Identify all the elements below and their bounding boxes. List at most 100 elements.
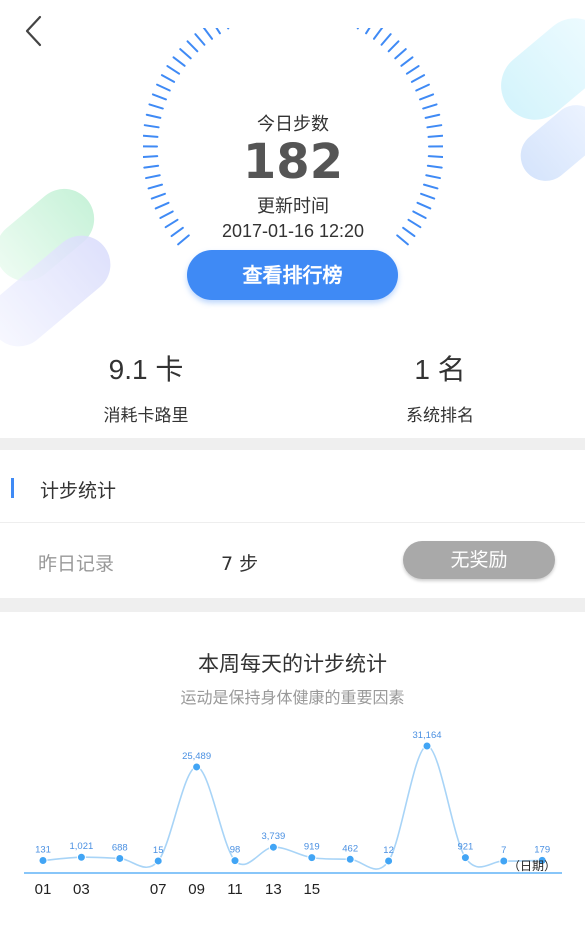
- dial-tick: [145, 174, 161, 180]
- dial-tick: [202, 28, 213, 40]
- update-time-value: 2017-01-16 12:20: [221, 221, 365, 241]
- chart-title: 本周每天的计步统计: [198, 652, 387, 676]
- yesterday-record-value: 7 步: [221, 553, 259, 575]
- dial-tick: [427, 134, 443, 138]
- dial-tick: [186, 40, 199, 53]
- dial-tick: [422, 103, 438, 110]
- section-accent-bar: [11, 478, 14, 498]
- dial-tick: [143, 155, 159, 158]
- dial-tick: [402, 226, 416, 238]
- dial-tick: [373, 28, 384, 40]
- dial-tick: [215, 28, 221, 35]
- dial-tick: [151, 93, 167, 101]
- data-point: [115, 853, 125, 863]
- dial-tick: [147, 183, 164, 190]
- yesterday-record-row: 昨日记录 7 步 无奖励: [0, 523, 585, 598]
- data-label: 1,021: [70, 841, 94, 852]
- data-point: [230, 856, 240, 866]
- dial-tick: [164, 218, 179, 229]
- dial-tick: [172, 56, 186, 67]
- dial-tick: [177, 234, 190, 246]
- dial-tick: [425, 174, 441, 180]
- data-label: 921: [457, 842, 473, 853]
- dial-tick: [365, 28, 371, 35]
- dial-tick: [426, 124, 443, 129]
- dial-tick: [422, 183, 439, 190]
- dial-tick: [396, 234, 409, 246]
- view-leaderboard-button[interactable]: 查看排行榜: [187, 250, 398, 300]
- dial-tick: [159, 210, 174, 219]
- dial-tick: [394, 48, 407, 60]
- dial-tick: [150, 192, 166, 200]
- x-tick-label: 01: [35, 881, 52, 898]
- system-rank-stat: 1 名 系统排名: [340, 348, 540, 426]
- dial-tick: [380, 33, 392, 46]
- dial-tick: [170, 226, 184, 238]
- data-label: 131: [35, 845, 51, 856]
- weekly-steps-chart: 131 1,021 688 15 25,489 98 3,739 919 462 12 31,164…: [24, 730, 562, 898]
- dial-tick: [410, 74, 426, 83]
- x-tick-label: 07: [150, 881, 167, 898]
- calories-label: 消耗卡路里: [103, 406, 189, 426]
- data-label: 15: [153, 845, 164, 856]
- data-point: [422, 741, 432, 751]
- update-time-label: 更新时间: [257, 196, 329, 217]
- dial-tick: [143, 134, 159, 138]
- rank-label: 系统排名: [406, 406, 474, 426]
- data-label: 7: [501, 845, 506, 856]
- chart-subtitle: 运动是保持身体健康的重要因素: [180, 688, 405, 707]
- data-point: [268, 842, 278, 852]
- dial-tick: [424, 113, 441, 119]
- rank-value: 1 名: [414, 354, 466, 385]
- dial-tick: [400, 56, 414, 67]
- dial-tick: [419, 93, 435, 101]
- data-label: 31,164: [412, 730, 441, 741]
- header-panel: 今日步数 182 更新时间 2017-01-16 12:20 查看排行榜 9.1…: [0, 0, 585, 438]
- dial-tick: [426, 164, 443, 169]
- data-label: 25,489: [182, 751, 211, 762]
- calories-value: 9.1 卡: [108, 354, 184, 385]
- dial-tick: [407, 218, 422, 229]
- today-steps-label: 今日步数: [257, 114, 329, 135]
- data-point: [460, 853, 470, 863]
- data-point: [76, 852, 86, 862]
- yesterday-record-label: 昨日记录: [38, 553, 115, 575]
- reward-status-button[interactable]: 无奖励: [403, 541, 555, 579]
- dial-tick: [194, 33, 206, 46]
- divider: [0, 438, 585, 450]
- data-label: 98: [230, 845, 241, 856]
- dial-tick: [154, 201, 170, 210]
- dial-tick: [143, 164, 160, 169]
- dial-tick: [143, 124, 160, 129]
- data-label: 462: [342, 843, 358, 854]
- data-label: 179: [534, 844, 550, 855]
- dial-tick: [415, 83, 430, 92]
- dial-tick: [387, 40, 400, 53]
- x-tick-label: 11: [227, 881, 243, 898]
- x-tick-label: 15: [303, 881, 320, 898]
- dial-tick: [166, 65, 181, 75]
- dial-tick: [160, 74, 176, 83]
- dial-tick: [427, 155, 443, 158]
- x-tick-label: 03: [73, 881, 90, 898]
- dial-tick: [145, 113, 162, 119]
- data-label: 919: [304, 842, 320, 853]
- data-point: [153, 856, 163, 866]
- x-unit-label: （日期）: [508, 859, 556, 873]
- divider: [0, 598, 585, 612]
- data-point: [345, 854, 355, 864]
- x-tick-label: 09: [188, 881, 205, 898]
- data-label: 12: [383, 845, 394, 856]
- section-title: 计步统计: [40, 480, 117, 502]
- today-steps-value: 182: [242, 134, 344, 190]
- data-point: [192, 762, 202, 772]
- section-header: 计步统计: [0, 450, 585, 523]
- chevron-left-icon[interactable]: [18, 14, 52, 48]
- dial-tick: [420, 192, 436, 200]
- x-tick-label: 13: [265, 881, 282, 898]
- dial-tick: [416, 201, 432, 210]
- dial-tick: [412, 210, 427, 219]
- data-label: 688: [112, 842, 128, 853]
- data-point: [307, 853, 317, 863]
- dial-tick: [179, 48, 192, 60]
